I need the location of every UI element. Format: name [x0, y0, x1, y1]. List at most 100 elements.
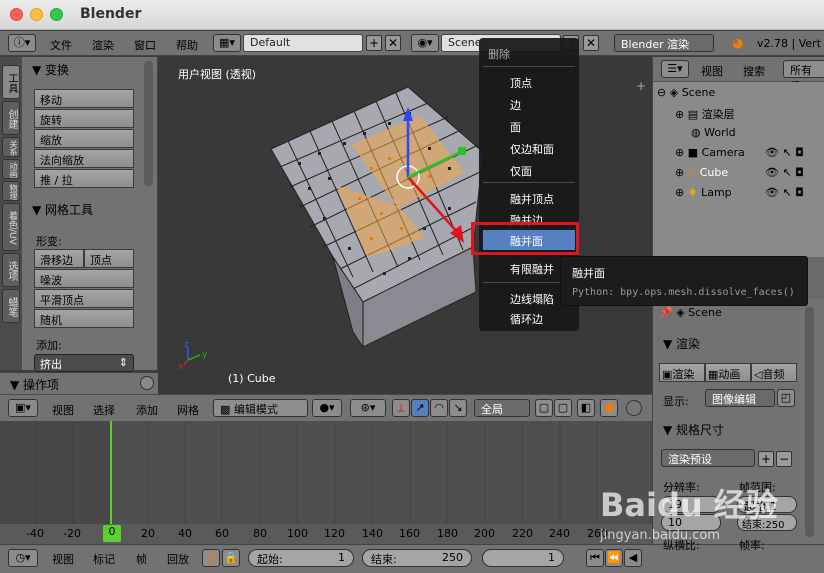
scene-selector-icon[interactable]: ◉▾	[411, 34, 439, 52]
tab-options[interactable]: 选项	[2, 253, 20, 287]
screen-layout-icon[interactable]: ▦▾	[213, 34, 241, 52]
menu-outliner-view[interactable]: 视图	[701, 63, 723, 79]
extrude-select[interactable]: 挤出 ⇕	[34, 354, 134, 372]
smooth-vertex-button[interactable]: 平滑顶点	[34, 289, 134, 308]
lock-icon[interactable]: 🔒	[222, 549, 240, 567]
push-pull-button[interactable]: 推 / 拉	[34, 169, 134, 188]
translate-manipulator-icon[interactable]: ↗	[411, 399, 429, 417]
y-axis-handle-icon[interactable]	[458, 147, 466, 155]
lamp-visibility-icon[interactable]: 👁 ↖ ◘	[765, 186, 804, 199]
remove-layout-button[interactable]: ✕	[385, 35, 401, 51]
render-panel-header[interactable]: ▼ 渲染	[663, 335, 700, 352]
occlusion-icon[interactable]: ⬢	[600, 399, 618, 417]
render-audio-button[interactable]: ◁音频	[751, 363, 797, 382]
menu-outliner-search[interactable]: 搜索	[743, 63, 765, 79]
pivot-point-icon[interactable]: ⊛▾	[350, 399, 386, 417]
manipulator-toggle-icon[interactable]: ⟂	[392, 399, 410, 417]
edge-slide-button[interactable]: 滑移边	[34, 249, 84, 268]
menu-window[interactable]: 窗口	[134, 37, 156, 53]
menu-item-faces[interactable]: 面	[479, 116, 579, 136]
minimize-window-button[interactable]	[30, 8, 43, 21]
interaction-mode-select[interactable]: ▩ 编辑模式	[213, 399, 308, 417]
render-engine-select[interactable]: Blender 渲染	[614, 34, 714, 52]
tab-grease-pencil[interactable]: 蜡笔	[2, 289, 20, 323]
outliner-filter-select[interactable]: 所有场	[783, 60, 824, 93]
keying-set-icon[interactable]: ◔	[202, 549, 220, 567]
display-select[interactable]: 图像编辑	[705, 389, 775, 407]
timeline-ruler[interactable]: -40 -20 0 20 40 60 80 100 120 140 160 18…	[0, 524, 652, 544]
maximize-window-button[interactable]	[50, 8, 63, 21]
editor-type-timeline-button[interactable]: ◷▾	[8, 549, 38, 567]
noise-button[interactable]: 噪波	[34, 269, 134, 288]
render-image-button[interactable]: ▣渲染	[659, 363, 705, 382]
menu-frame[interactable]: 帧	[136, 551, 147, 567]
menu-item-vertices[interactable]: 顶点	[479, 72, 579, 92]
vertex-slide-button[interactable]: 顶点	[84, 249, 134, 268]
current-frame-badge[interactable]: 0	[103, 525, 121, 542]
outliner-row-scene[interactable]: ⊖ ◈ Scene	[657, 86, 821, 104]
tab-create[interactable]: 创建	[2, 101, 20, 135]
operator-panel-header[interactable]: ▼ 操作项	[10, 376, 59, 393]
menu-file[interactable]: 文件	[50, 37, 72, 53]
menu-marker[interactable]: 标记	[93, 551, 115, 567]
operator-toggle-icon[interactable]	[140, 376, 154, 390]
layer-1-icon[interactable]: ▢	[535, 399, 553, 417]
tab-physics[interactable]: 物理	[2, 181, 20, 201]
cube-visibility-icon[interactable]: 👁 ↖ ◘	[765, 166, 804, 179]
layer-2-icon[interactable]: ▢	[554, 399, 572, 417]
play-reverse-icon[interactable]: ◀	[624, 549, 642, 567]
shelf-scrollbar[interactable]	[144, 61, 153, 186]
camera-visibility-icon[interactable]: 👁 ↖ ◘	[765, 146, 804, 159]
tab-tools[interactable]: 工具	[2, 65, 20, 99]
outliner-row-world[interactable]: ◍ World	[691, 126, 736, 139]
menu-playback[interactable]: 回放	[167, 551, 189, 567]
end-frame-field[interactable]: 结束: 250	[362, 549, 472, 567]
randomize-button[interactable]: 随机	[34, 309, 134, 328]
menu-add[interactable]: 添加	[136, 402, 158, 418]
outliner-row-lamp[interactable]: ⊕ ♦ Lamp	[675, 186, 732, 199]
mesh-tools-panel-header[interactable]: ▼ 网格工具	[32, 201, 93, 218]
shrink-fatten-button[interactable]: 法向缩放	[34, 149, 134, 168]
menu-item-dissolve-vertices[interactable]: 融并顶点	[479, 188, 579, 208]
add-layout-button[interactable]: +	[366, 35, 382, 51]
lock-interface-icon[interactable]: ◰	[777, 389, 795, 407]
current-frame-field[interactable]: 1	[482, 549, 564, 567]
menu-render[interactable]: 渲染	[92, 37, 114, 53]
remove-preset-button[interactable]: −	[776, 451, 792, 467]
rotate-manipulator-icon[interactable]: ◠	[430, 399, 448, 417]
timeline-area[interactable]	[0, 421, 652, 524]
menu-mesh[interactable]: 网格	[177, 402, 199, 418]
menu-view[interactable]: 视图	[52, 402, 74, 418]
outliner-row-camera[interactable]: ⊕ ■ Camera	[675, 146, 745, 159]
editor-type-info-button[interactable]: ⓘ▾	[8, 34, 36, 52]
outliner-row-render-layers[interactable]: ⊕ ▤ 渲染层	[675, 106, 735, 122]
scale-button[interactable]: 缩放	[34, 129, 134, 148]
menu-select[interactable]: 选择	[93, 402, 115, 418]
render-animation-button[interactable]: ▦动画	[705, 363, 751, 382]
render-presets-select[interactable]: 渲染预设	[661, 449, 755, 467]
transform-panel-header[interactable]: ▼ 变换	[32, 61, 69, 78]
rotate-button[interactable]: 旋转	[34, 109, 134, 128]
close-window-button[interactable]	[10, 8, 23, 21]
prev-keyframe-icon[interactable]: ⏪	[605, 549, 623, 567]
menu-help[interactable]: 帮助	[176, 37, 198, 53]
menu-timeline-view[interactable]: 视图	[52, 551, 74, 567]
proportional-edit-icon[interactable]	[626, 400, 642, 416]
viewport-shading-icon[interactable]: ●▾	[312, 399, 342, 417]
tab-animation[interactable]: 动画	[2, 159, 20, 179]
editor-type-outliner-button[interactable]: ☰▾	[661, 60, 689, 78]
tab-relations[interactable]: 关系	[2, 137, 20, 157]
scale-manipulator-icon[interactable]: ↘	[449, 399, 467, 417]
add-preset-button[interactable]: +	[758, 451, 774, 467]
menu-item-edge-loops[interactable]: 循环边	[479, 308, 579, 328]
transform-orientation-select[interactable]: 全局	[474, 399, 530, 417]
jump-start-icon[interactable]: ⏮	[586, 549, 604, 567]
dimensions-panel-header[interactable]: ▼ 规格尺寸	[663, 421, 724, 438]
outliner-row-cube[interactable]: ⊕ ▽ Cube	[675, 166, 728, 179]
menu-item-only-faces[interactable]: 仅面	[479, 160, 579, 180]
move-button[interactable]: 移动	[34, 89, 134, 108]
remove-scene-button[interactable]: ✕	[583, 35, 599, 51]
snap-icon[interactable]: ◧	[577, 399, 595, 417]
menu-item-edges[interactable]: 边	[479, 94, 579, 114]
editor-type-3d-button[interactable]: ▣▾	[8, 399, 38, 417]
